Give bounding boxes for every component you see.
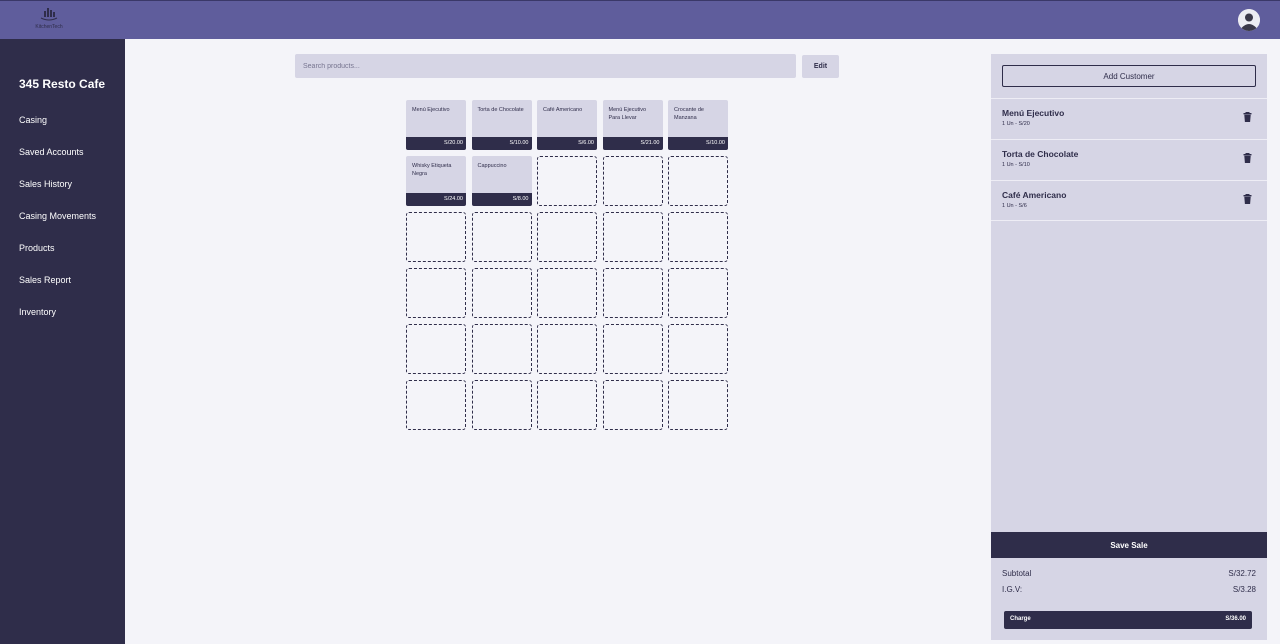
- sidebar-item-sales-report[interactable]: Sales Report: [19, 275, 96, 307]
- product-price: S/6.00: [537, 137, 597, 150]
- search-input[interactable]: [295, 54, 796, 78]
- empty-product-slot[interactable]: [471, 268, 532, 318]
- product-name: Torta de Chocolate: [477, 107, 524, 113]
- product-tile[interactable]: Menú Ejecutivo S/20.00: [406, 100, 466, 150]
- top-bar: KitchenTech: [0, 0, 1280, 39]
- product-price: S/8.00: [471, 193, 532, 206]
- charge-amount: S/36.00: [1225, 616, 1246, 622]
- sidebar-item-saved-accounts[interactable]: Saved Accounts: [19, 147, 96, 179]
- user-avatar-icon[interactable]: [1238, 9, 1260, 31]
- product-tile[interactable]: Torta de Chocolate S/10.00: [471, 100, 532, 150]
- empty-product-slot[interactable]: [537, 268, 597, 318]
- empty-product-slot[interactable]: [602, 324, 663, 374]
- cart-item-name: Menú Ejecutivo: [1002, 108, 1065, 118]
- sidebar: 345 Resto Cafe Casing Saved Accounts Sal…: [0, 39, 125, 644]
- empty-product-slot[interactable]: [406, 324, 466, 374]
- cart-item-detail: 1 Un - S/10: [1002, 162, 1030, 168]
- empty-product-slot[interactable]: [471, 380, 532, 430]
- empty-product-slot[interactable]: [406, 212, 466, 262]
- product-price: S/21.00: [602, 137, 663, 150]
- cart-item[interactable]: Café Americano 1 Un - S/6: [991, 180, 1267, 221]
- empty-product-slot[interactable]: [602, 380, 663, 430]
- product-grid: Menú Ejecutivo S/20.00 Torta de Chocolate S…: [406, 100, 728, 431]
- cart-item[interactable]: Menú Ejecutivo 1 Un - S/20: [991, 98, 1267, 139]
- save-sale-button[interactable]: Save Sale: [991, 532, 1267, 558]
- empty-product-slot[interactable]: [537, 380, 597, 430]
- subtotal-value: S/32.72: [1228, 569, 1256, 578]
- empty-product-slot[interactable]: [668, 268, 728, 318]
- charge-label: Charge: [1010, 616, 1031, 622]
- cart-item-detail: 1 Un - S/6: [1002, 203, 1027, 209]
- empty-product-slot[interactable]: [668, 324, 728, 374]
- product-tile[interactable]: Whisky Etiqueta Negra S/24.00: [406, 156, 466, 206]
- cart-item-name: Café Americano: [1002, 190, 1067, 200]
- product-name: Menú Ejecutivo Para Llevar: [608, 107, 647, 121]
- cart-item[interactable]: Torta de Chocolate 1 Un - S/10: [991, 139, 1267, 180]
- subtotal-label: Subtotal: [1002, 569, 1032, 578]
- product-tile[interactable]: Café Americano S/6.00: [537, 100, 597, 150]
- logo-text: KitchenTech: [35, 24, 63, 30]
- product-tile[interactable]: Cappuccino S/8.00: [471, 156, 532, 206]
- empty-product-slot[interactable]: [668, 156, 728, 206]
- empty-product-slot[interactable]: [406, 380, 466, 430]
- app-logo[interactable]: KitchenTech: [30, 6, 68, 34]
- cart-item-name: Torta de Chocolate: [1002, 149, 1079, 159]
- product-price: S/10.00: [471, 137, 532, 150]
- product-name: Cappuccino: [477, 163, 507, 169]
- igv-label: I.G.V:: [1002, 585, 1023, 594]
- product-name: Café Americano: [543, 107, 583, 113]
- empty-product-slot[interactable]: [537, 324, 597, 374]
- product-tile[interactable]: Menú Ejecutivo Para Llevar S/21.00: [602, 100, 663, 150]
- sidebar-item-inventory[interactable]: Inventory: [19, 307, 96, 339]
- empty-product-slot[interactable]: [602, 156, 663, 206]
- igv-value: S/3.28: [1232, 585, 1256, 594]
- cart-panel: Add Customer Menú Ejecutivo 1 Un - S/20 To…: [991, 54, 1267, 640]
- product-name: Whisky Etiqueta Negra: [412, 163, 452, 177]
- logo-icon: [40, 8, 58, 21]
- product-tile[interactable]: Crocante de Manzana S/10.00: [668, 100, 728, 150]
- add-customer-button[interactable]: Add Customer: [1002, 65, 1256, 87]
- sidebar-item-sales-history[interactable]: Sales History: [19, 179, 96, 211]
- empty-product-slot[interactable]: [537, 212, 597, 262]
- trash-icon[interactable]: [1243, 153, 1252, 163]
- product-price: S/20.00: [406, 137, 466, 150]
- empty-product-slot[interactable]: [471, 212, 532, 262]
- sidebar-nav: Casing Saved Accounts Sales History Casi…: [19, 115, 96, 339]
- empty-product-slot[interactable]: [602, 212, 663, 262]
- product-price: S/24.00: [406, 193, 466, 206]
- empty-product-slot[interactable]: [668, 380, 728, 430]
- trash-icon[interactable]: [1243, 194, 1252, 204]
- cart-item-detail: 1 Un - S/20: [1002, 121, 1030, 127]
- empty-product-slot[interactable]: [537, 156, 597, 206]
- empty-product-slot[interactable]: [406, 268, 466, 318]
- trash-icon[interactable]: [1243, 112, 1252, 122]
- sidebar-item-products[interactable]: Products: [19, 243, 96, 275]
- product-name: Crocante de Manzana: [674, 107, 704, 121]
- product-price: S/10.00: [668, 137, 728, 150]
- sidebar-item-casing-movements[interactable]: Casing Movements: [19, 211, 96, 243]
- product-name: Menú Ejecutivo: [412, 107, 450, 113]
- cart-items: Menú Ejecutivo 1 Un - S/20 Torta de Chocol…: [991, 98, 1267, 221]
- sidebar-item-casing[interactable]: Casing: [19, 115, 96, 147]
- empty-product-slot[interactable]: [471, 324, 532, 374]
- user-icon: [1238, 9, 1260, 31]
- restaurant-name: 345 Resto Cafe: [19, 77, 106, 91]
- empty-product-slot[interactable]: [602, 268, 663, 318]
- edit-button[interactable]: Edit: [802, 55, 839, 78]
- empty-product-slot[interactable]: [668, 212, 728, 262]
- charge-button[interactable]: Charge S/36.00: [1004, 611, 1252, 629]
